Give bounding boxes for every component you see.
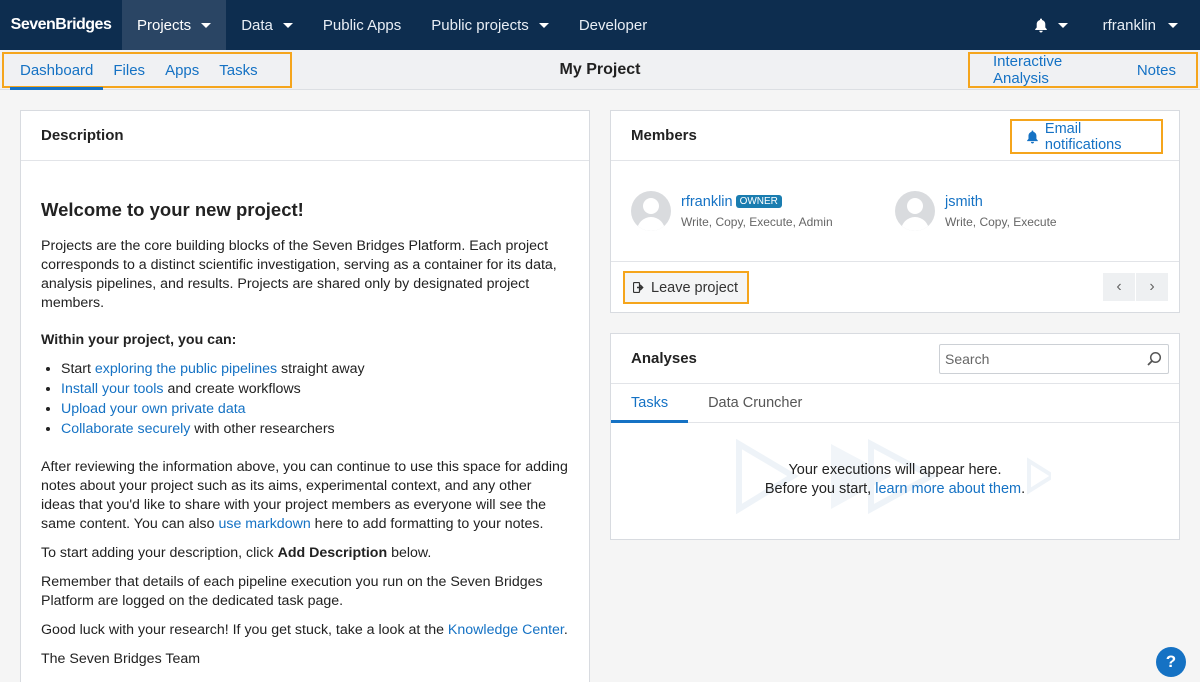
explore-pipelines-link[interactable]: exploring the public pipelines: [95, 361, 277, 377]
analyses-search: [939, 344, 1169, 374]
sevenbridges-logo[interactable]: SevenBridges: [0, 0, 122, 50]
nav-projects[interactable]: Projects: [122, 0, 227, 50]
chevron-down-icon: [201, 22, 212, 28]
search-icon[interactable]: [1146, 351, 1162, 367]
nav-projects-label: Projects: [137, 16, 192, 34]
tab-tasks-analyses[interactable]: Tasks: [611, 384, 689, 423]
user-menu[interactable]: rfranklin: [1088, 0, 1200, 50]
avatar: [631, 191, 671, 231]
use-markdown-link[interactable]: use markdown: [218, 516, 310, 532]
interactive-analysis-link[interactable]: Interactive Analysis: [993, 53, 1117, 87]
tab-files[interactable]: Files: [113, 62, 145, 79]
project-subbar: My Project Dashboard Files Apps Tasks In…: [0, 50, 1200, 90]
start-paragraph: To start adding your description, click …: [41, 545, 432, 561]
members-footer: Leave project ‹ ›: [611, 261, 1179, 313]
nav-public-apps[interactable]: Public Apps: [308, 0, 416, 50]
after-paragraph: After reviewing the information above, y…: [41, 459, 568, 532]
nav-data-label: Data: [241, 16, 273, 34]
description-panel: Description Welcome to your new project!…: [20, 110, 590, 682]
project-tabs: Dashboard Files Apps Tasks: [2, 52, 292, 90]
member-permissions: Write, Copy, Execute: [945, 215, 1057, 229]
notifications-menu[interactable]: [1014, 0, 1088, 50]
remember-paragraph: Remember that details of each pipeline e…: [41, 574, 543, 609]
sign-out-icon: [633, 282, 644, 293]
nav-public-apps-label: Public Apps: [322, 16, 402, 34]
members-pager: ‹ ›: [1103, 273, 1169, 301]
description-header: Description: [21, 111, 589, 161]
search-input[interactable]: [945, 351, 1135, 367]
install-tools-link[interactable]: Install your tools: [61, 381, 164, 397]
members-header: Members Email notifications: [611, 111, 1179, 161]
member-name-link[interactable]: rfranklin: [681, 194, 733, 210]
capabilities-list: Start exploring the public pipelines str…: [41, 359, 569, 439]
tab-data-cruncher[interactable]: Data Cruncher: [688, 384, 822, 422]
analyses-panel: Analyses Tasks Data Cruncher Your execut…: [610, 333, 1180, 540]
member-item: rfranklin OWNER Write, Copy, Execute, Adm…: [631, 191, 833, 231]
owner-badge: OWNER: [735, 195, 782, 208]
collaborate-link[interactable]: Collaborate securely: [61, 421, 190, 437]
chevron-down-icon: [1168, 22, 1178, 28]
empty-message: Your executions will appear here. Before…: [611, 461, 1179, 499]
nav-developer[interactable]: Developer: [564, 0, 662, 50]
empty-line-1: Your executions will appear here.: [788, 462, 1002, 478]
list-item: Upload your own private data: [61, 399, 569, 419]
member-item: jsmith Write, Copy, Execute: [895, 191, 1057, 231]
user-name: rfranklin: [1102, 16, 1156, 34]
welcome-heading: Welcome to your new project!: [41, 199, 304, 220]
chevron-down-icon: [282, 22, 293, 28]
list-item: Start exploring the public pipelines str…: [61, 359, 569, 379]
chevron-down-icon: [538, 22, 549, 28]
within-heading: Within your project, you can:: [41, 332, 237, 348]
tab-apps[interactable]: Apps: [165, 62, 199, 79]
signoff: The Seven Bridges Team: [41, 651, 201, 667]
list-item: Install your tools and create workflows: [61, 379, 569, 399]
email-notifications-label: Email notifications: [1044, 120, 1122, 153]
tab-tasks[interactable]: Tasks: [219, 62, 257, 79]
empty-line-2: Before you start, learn more about them.: [764, 481, 1026, 497]
analyses-header: Analyses: [611, 334, 1179, 384]
avatar: [895, 191, 935, 231]
empty-state: Your executions will appear here. Before…: [611, 424, 1179, 540]
description-body: Welcome to your new project! Projects ar…: [21, 200, 589, 669]
nav-public-projects[interactable]: Public projects: [416, 0, 564, 50]
chevron-left-icon[interactable]: ‹: [1103, 273, 1135, 301]
intro-paragraph: Projects are the core building blocks of…: [41, 238, 557, 311]
notes-link[interactable]: Notes: [1137, 62, 1176, 79]
list-item: Collaborate securely with other research…: [61, 419, 569, 439]
chevron-right-icon[interactable]: ›: [1136, 273, 1168, 301]
analyses-title: Analyses: [631, 350, 697, 367]
leave-project-label: Leave project: [651, 279, 739, 296]
chevron-down-icon: [1057, 22, 1068, 28]
knowledge-center-link[interactable]: Knowledge Center: [448, 622, 564, 638]
nav-developer-label: Developer: [578, 16, 648, 34]
bell-icon: [1027, 130, 1038, 143]
luck-paragraph: Good luck with your research! If you get…: [41, 622, 568, 638]
nav-public-projects-label: Public projects: [431, 16, 529, 34]
leave-project-button[interactable]: Leave project: [623, 271, 749, 304]
analyses-tabs: Tasks Data Cruncher: [611, 384, 1179, 423]
member-name-link[interactable]: jsmith: [945, 194, 983, 210]
top-navbar: SevenBridges Projects Data Public Apps P…: [0, 0, 1200, 50]
project-right-links: Interactive Analysis Notes: [968, 52, 1198, 88]
member-permissions: Write, Copy, Execute, Admin: [681, 215, 833, 229]
tab-dashboard[interactable]: Dashboard: [9, 62, 104, 90]
email-notifications-button[interactable]: Email notifications: [1010, 119, 1163, 154]
members-panel: Members Email notifications rfranklin OWN…: [610, 110, 1180, 313]
nav-data[interactable]: Data: [226, 0, 308, 50]
members-title: Members: [631, 127, 697, 144]
upload-data-link[interactable]: Upload your own private data: [61, 401, 246, 417]
bell-icon: [1034, 18, 1047, 32]
help-button[interactable]: ?: [1156, 647, 1186, 677]
learn-more-link[interactable]: learn more about them: [875, 481, 1021, 497]
